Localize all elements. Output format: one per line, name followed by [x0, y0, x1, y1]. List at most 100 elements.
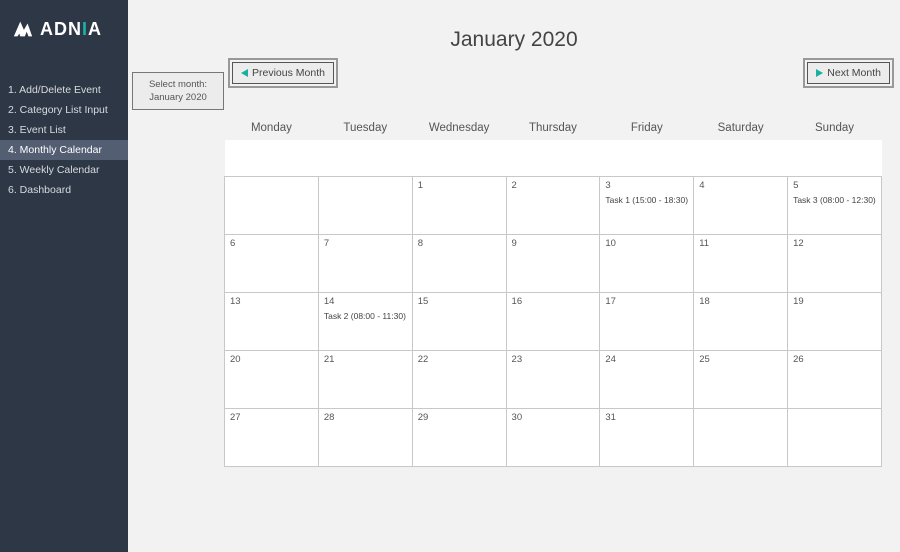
day-number: 21: [324, 354, 407, 365]
calendar-cell[interactable]: 17: [600, 292, 694, 350]
day-number: 22: [418, 354, 501, 365]
day-number: 1: [418, 180, 501, 191]
day-header-monday: Monday: [225, 118, 319, 140]
calendar-cell[interactable]: 16: [506, 292, 600, 350]
day-number: 18: [699, 296, 782, 307]
calendar-cell[interactable]: 31: [600, 408, 694, 466]
calendar-week-2: 13 14 Task 2 (08:00 - 11:30) 15 16 17 18 19: [225, 292, 882, 350]
day-header-saturday: Saturday: [694, 118, 788, 140]
sidebar-item-1[interactable]: 2. Category List Input: [0, 100, 128, 120]
calendar-cell[interactable]: 18: [694, 292, 788, 350]
day-number: 10: [605, 238, 688, 249]
calendar-cell[interactable]: [694, 408, 788, 466]
calendar-cell[interactable]: 22: [412, 350, 506, 408]
day-number: 31: [605, 412, 688, 423]
day-number: 2: [512, 180, 595, 191]
logo: ADNIA: [0, 0, 128, 46]
sidebar-item-4[interactable]: 5. Weekly Calendar: [0, 160, 128, 180]
day-number: 11: [699, 238, 782, 249]
day-number: 5: [793, 180, 876, 191]
next-month-button[interactable]: Next Month: [807, 62, 890, 84]
day-number: 29: [418, 412, 501, 423]
day-number: 4: [699, 180, 782, 191]
calendar-cell[interactable]: 15: [412, 292, 506, 350]
calendar-cell[interactable]: 11: [694, 234, 788, 292]
calendar-week-3: 20 21 22 23 24 25 26: [225, 350, 882, 408]
day-number: 24: [605, 354, 688, 365]
calendar-event[interactable]: Task 2 (08:00 - 11:30): [324, 311, 407, 321]
sidebar-nav: 1. Add/Delete Event2. Category List Inpu…: [0, 80, 128, 200]
controls: Select month: January 2020 Previous Mont…: [128, 62, 900, 118]
logo-text: ADNIA: [40, 19, 102, 40]
calendar-cell[interactable]: 4: [694, 176, 788, 234]
day-header-wednesday: Wednesday: [412, 118, 506, 140]
calendar-cell[interactable]: 26: [788, 350, 882, 408]
calendar-cell[interactable]: 2: [506, 176, 600, 234]
calendar-cell[interactable]: [788, 408, 882, 466]
day-number: 30: [512, 412, 595, 423]
calendar-cell[interactable]: [318, 176, 412, 234]
calendar-cell[interactable]: 14 Task 2 (08:00 - 11:30): [318, 292, 412, 350]
day-number: 15: [418, 296, 501, 307]
day-header-tuesday: Tuesday: [318, 118, 412, 140]
sidebar-item-3[interactable]: 4. Monthly Calendar: [0, 140, 128, 160]
day-number: 26: [793, 354, 876, 365]
calendar-cell[interactable]: 28: [318, 408, 412, 466]
triangle-left-icon: [241, 69, 248, 77]
calendar-cell[interactable]: 7: [318, 234, 412, 292]
calendar-cell[interactable]: 13: [225, 292, 319, 350]
day-number: 6: [230, 238, 313, 249]
next-month-label: Next Month: [827, 67, 881, 79]
day-number: 19: [793, 296, 876, 307]
day-number: 14: [324, 296, 407, 307]
day-header-friday: Friday: [600, 118, 694, 140]
day-number: 25: [699, 354, 782, 365]
day-number: 16: [512, 296, 595, 307]
calendar-week-4: 27 28 29 30 31: [225, 408, 882, 466]
sidebar-item-2[interactable]: 3. Event List: [0, 120, 128, 140]
day-number: 28: [324, 412, 407, 423]
sidebar-item-5[interactable]: 6. Dashboard: [0, 180, 128, 200]
calendar-cell[interactable]: 25: [694, 350, 788, 408]
calendar-cell[interactable]: 21: [318, 350, 412, 408]
day-number: 13: [230, 296, 313, 307]
calendar-cell[interactable]: 6: [225, 234, 319, 292]
page-title: January 2020: [128, 28, 900, 52]
calendar-cell[interactable]: 10: [600, 234, 694, 292]
calendar-cell[interactable]: 1: [412, 176, 506, 234]
calendar-cell[interactable]: 30: [506, 408, 600, 466]
day-number: 17: [605, 296, 688, 307]
day-number: 9: [512, 238, 595, 249]
main: January 2020 Select month: January 2020 …: [128, 0, 900, 552]
calendar-cell[interactable]: 19: [788, 292, 882, 350]
calendar-cell[interactable]: 5 Task 3 (08:00 - 12:30): [788, 176, 882, 234]
calendar-event[interactable]: Task 1 (15:00 - 18:30): [605, 195, 688, 205]
day-number: 8: [418, 238, 501, 249]
previous-month-button[interactable]: Previous Month: [232, 62, 334, 84]
select-month-label: Select month:: [149, 78, 207, 91]
day-number: 23: [512, 354, 595, 365]
select-month-picker[interactable]: Select month: January 2020: [132, 72, 224, 110]
day-header-thursday: Thursday: [506, 118, 600, 140]
calendar-cell[interactable]: 23: [506, 350, 600, 408]
calendar-cell[interactable]: [225, 176, 319, 234]
calendar-event[interactable]: Task 3 (08:00 - 12:30): [793, 195, 876, 205]
day-number: 3: [605, 180, 688, 191]
calendar-cell[interactable]: 12: [788, 234, 882, 292]
previous-month-label: Previous Month: [252, 67, 325, 79]
calendar-grid: MondayTuesdayWednesdayThursdayFridaySatu…: [224, 118, 882, 467]
calendar-cell[interactable]: 29: [412, 408, 506, 466]
sidebar: ADNIA 1. Add/Delete Event2. Category Lis…: [0, 0, 128, 552]
triangle-right-icon: [816, 69, 823, 77]
calendar-cell[interactable]: 27: [225, 408, 319, 466]
sidebar-item-0[interactable]: 1. Add/Delete Event: [0, 80, 128, 100]
calendar-cell[interactable]: 9: [506, 234, 600, 292]
day-header-sunday: Sunday: [788, 118, 882, 140]
logo-icon: [12, 18, 34, 40]
calendar-cell[interactable]: 8: [412, 234, 506, 292]
calendar-cell[interactable]: 24: [600, 350, 694, 408]
calendar-cell[interactable]: 3 Task 1 (15:00 - 18:30): [600, 176, 694, 234]
day-number: 20: [230, 354, 313, 365]
calendar-cell[interactable]: 20: [225, 350, 319, 408]
calendar-week-0: 123 Task 1 (15:00 - 18:30) 45 Task 3 (08:00…: [225, 176, 882, 234]
